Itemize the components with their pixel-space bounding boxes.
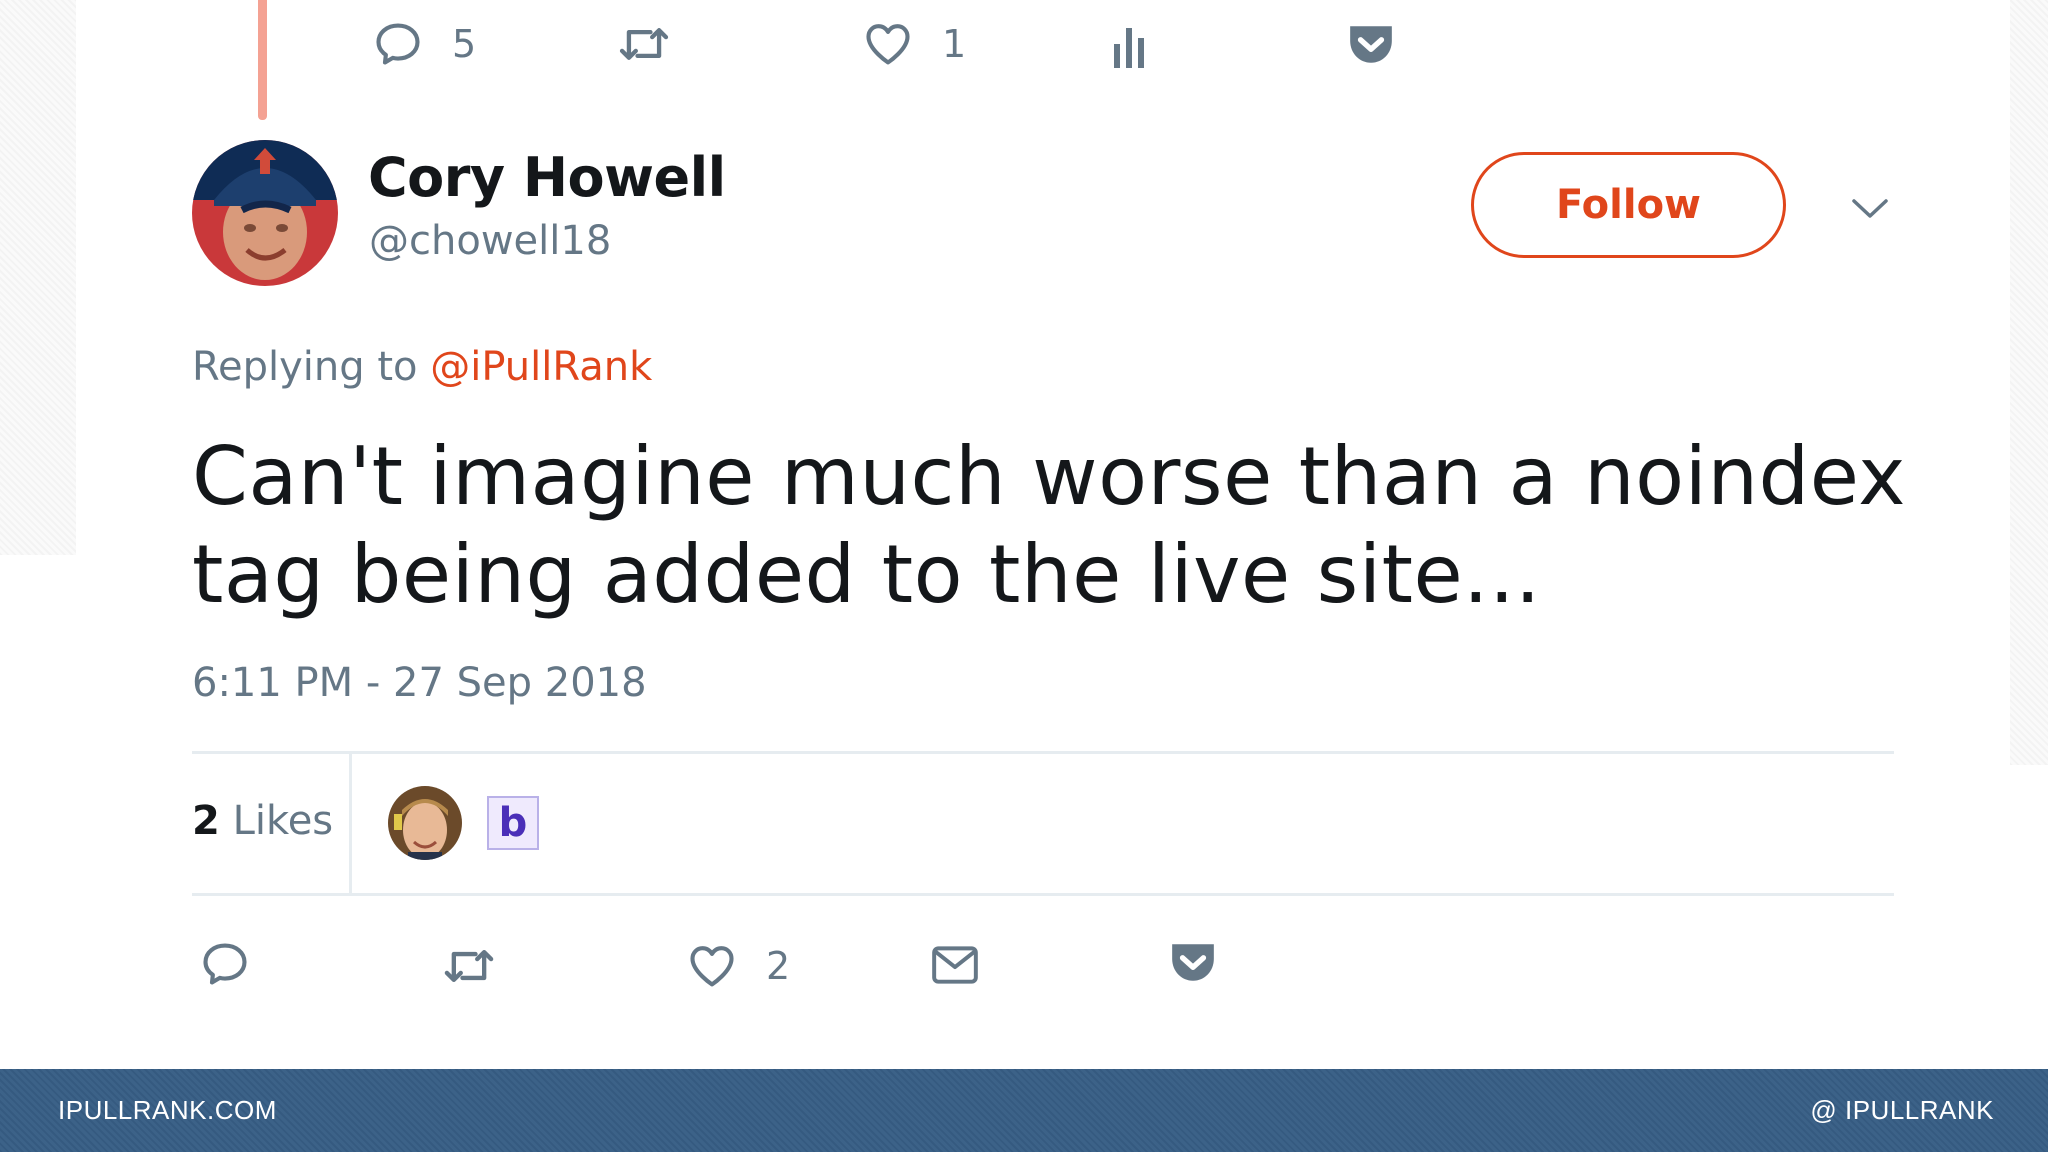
- direct-message-action[interactable]: [930, 942, 980, 988]
- author-name[interactable]: Cory Howell: [368, 146, 726, 209]
- like-action[interactable]: 2: [686, 940, 790, 992]
- parent-like-action[interactable]: 1: [862, 18, 966, 70]
- retweet-icon: [616, 18, 672, 70]
- tweet-options-menu[interactable]: [1850, 196, 1890, 227]
- footer-handle: @ IPULLRANK: [1810, 1095, 1994, 1125]
- reply-action[interactable]: [198, 938, 252, 990]
- replying-prefix: Replying to: [192, 344, 418, 390]
- reply-icon: [198, 938, 252, 990]
- thread-line: [258, 0, 267, 120]
- parent-analytics-action[interactable]: [1110, 20, 1154, 72]
- liker-avatar-photo[interactable]: [388, 786, 462, 860]
- likes-label: Likes: [232, 798, 334, 844]
- chevron-down-icon: [1850, 199, 1890, 226]
- footer-site: IPULLRANK.COM: [58, 1095, 277, 1125]
- pocket-action[interactable]: [1168, 940, 1218, 984]
- tweet-text: Can't imagine much worse than a noindex …: [192, 430, 1906, 621]
- heart-icon: [686, 940, 738, 992]
- tweet-timestamp[interactable]: 6:11 PM - 27 Sep 2018: [192, 660, 647, 706]
- likes-stat[interactable]: 2 Likes: [192, 798, 333, 844]
- reply-icon: [372, 18, 424, 70]
- like-count: 2: [766, 944, 791, 988]
- heart-icon: [862, 18, 914, 70]
- likes-count: 2: [192, 798, 220, 844]
- author-avatar[interactable]: [192, 140, 338, 286]
- parent-pocket-action[interactable]: [1346, 22, 1396, 66]
- retweet-icon: [440, 940, 498, 992]
- retweet-action[interactable]: [440, 940, 498, 992]
- stats-divider-bottom: [192, 893, 1894, 896]
- background-pattern-left: [0, 0, 76, 555]
- parent-reply-action[interactable]: 5: [372, 18, 476, 70]
- liker-avatar-b[interactable]: b: [487, 796, 539, 850]
- pocket-icon: [1346, 22, 1396, 66]
- stats-vertical-divider: [349, 752, 352, 896]
- parent-like-count: 1: [942, 22, 967, 66]
- follow-button[interactable]: Follow: [1471, 152, 1786, 258]
- replying-mention-link[interactable]: @iPullRank: [430, 344, 652, 390]
- author-handle[interactable]: @chowell18: [369, 218, 611, 264]
- stats-divider-top: [192, 751, 1894, 754]
- analytics-icon: [1110, 20, 1154, 72]
- replying-to: Replying to @iPullRank: [192, 344, 652, 390]
- mail-icon: [930, 942, 980, 988]
- background-pattern-right: [2010, 0, 2048, 765]
- parent-retweet-action[interactable]: [616, 18, 672, 70]
- footer-bar: [0, 1069, 2048, 1152]
- parent-reply-count: 5: [452, 22, 477, 66]
- pocket-icon: [1168, 940, 1218, 984]
